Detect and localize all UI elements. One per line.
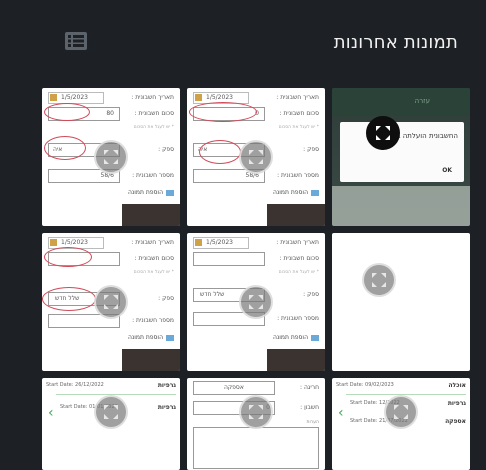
date-label: תאריך חשבונית : <box>131 94 174 101</box>
bottom-bar <box>122 349 180 371</box>
recent-images-grid: 1/5/2023 תאריך חשבונית : סכום חשבונית : … <box>42 88 470 470</box>
supplier-label: ספק : <box>303 146 319 153</box>
amount-label: סכום חשבונית : <box>279 255 319 262</box>
image-tile-4[interactable]: 1/5/2023 תאריך חשבונית : סכום חשבונית : … <box>42 233 180 371</box>
annotation-mark <box>199 140 241 164</box>
date-box: 1/5/2023 <box>48 92 104 104</box>
expand-icon[interactable] <box>239 395 273 429</box>
image-tile-5[interactable]: 1/5/2023 תאריך חשבונית : סכום חשבונית : … <box>187 233 325 371</box>
image-tile-1[interactable]: 1/5/2023 תאריך חשבונית : סכום חשבונית : … <box>42 88 180 226</box>
header: תמונות אחרונות <box>20 24 466 68</box>
notes-label: הערות <box>306 420 319 425</box>
image-tile-7[interactable]: גרפיות Start Date: 26/12/2022 גרפיות Sta… <box>42 378 180 470</box>
ok-button: OK <box>442 167 452 174</box>
image-icon <box>166 189 174 196</box>
date-label: תאריך חשבונית : <box>276 94 319 101</box>
success-dialog: החשבונית הועלתה בהצלחה OK <box>340 122 464 182</box>
expand-icon[interactable] <box>362 263 396 297</box>
expand-icon[interactable] <box>94 140 128 174</box>
image-tile-6[interactable] <box>332 233 470 371</box>
supplier-label: ספק : <box>303 291 319 298</box>
supplier-label: ספק : <box>158 146 174 153</box>
chevron-left-icon: ‹ <box>338 405 344 421</box>
invoice-no-label: מספר חשבונית : <box>277 172 319 179</box>
annotation-mark <box>189 102 257 122</box>
field-label: חריגה : <box>300 384 319 391</box>
image-icon <box>311 189 319 196</box>
calendar-icon <box>195 239 202 246</box>
amount-hint: * יש לעגל את הסכום <box>278 125 319 130</box>
invoice-no-label: מספר חשבונית : <box>132 317 174 324</box>
expand-icon[interactable] <box>366 116 400 150</box>
expand-icon[interactable] <box>384 395 418 429</box>
calendar-icon <box>195 94 202 101</box>
image-tile-9[interactable]: אוכלה Start Date: 09/02/2023 גרפיות Star… <box>332 378 470 470</box>
invoice-no-label: מספר חשבונית : <box>132 172 174 179</box>
field-box: אספקה <box>193 381 275 395</box>
amount-field <box>193 252 265 266</box>
amount-label: סכום חשבונית : <box>279 110 319 117</box>
field-label: חשבון : <box>300 404 319 411</box>
image-tile-3[interactable]: עזרה החשבונית הועלתה בהצלחה OK <box>332 88 470 226</box>
calendar-icon <box>50 239 57 246</box>
tab-text: עזרה <box>414 97 430 105</box>
date-box: 1/5/2023 <box>193 237 249 249</box>
image-icon <box>166 334 174 341</box>
supplier-label: ספק : <box>158 295 174 302</box>
expand-icon[interactable] <box>239 140 273 174</box>
page-title: תמונות אחרונות <box>333 32 458 53</box>
expand-icon[interactable] <box>239 285 273 319</box>
invoice-no-label: מספר חשבונית : <box>277 315 319 322</box>
image-icon <box>311 334 319 341</box>
add-image: הוספת תמונה <box>273 189 319 196</box>
illustration <box>332 186 470 226</box>
date-value: 1/5/2023 <box>61 94 88 101</box>
annotation-mark <box>44 103 90 121</box>
chevron-left-icon: ‹ <box>48 405 54 421</box>
app-root: תמונות אחרונות 1/5/2023 תאריך חשבונית : … <box>0 0 486 470</box>
annotation-mark <box>42 287 96 311</box>
image-tile-2[interactable]: 1/5/2023 תאריך חשבונית : סכום חשבונית : … <box>187 88 325 226</box>
date-label: תאריך חשבונית : <box>131 239 174 246</box>
amount-hint: * יש לעגל את הסכום <box>278 270 319 275</box>
expand-icon[interactable] <box>94 395 128 429</box>
amount-label: סכום חשבונית : <box>134 110 174 117</box>
app-topbar: עזרה <box>332 88 470 116</box>
image-tile-8[interactable]: חריגה : אספקה חשבון : 0 הערות <box>187 378 325 470</box>
add-image: הוספת תמונה <box>273 334 319 341</box>
date-label: תאריך חשבונית : <box>276 239 319 246</box>
bottom-bar <box>267 349 325 371</box>
expand-icon[interactable] <box>94 285 128 319</box>
bottom-bar <box>267 204 325 226</box>
amount-hint: * יש לעגל את הסכום <box>133 125 174 130</box>
annotation-mark <box>44 136 86 160</box>
add-image: הוספת תמונה <box>128 334 174 341</box>
calendar-icon <box>50 94 57 101</box>
list-item: גרפיות Start Date: 26/12/2022 <box>46 382 176 389</box>
amount-hint: * יש לעגל את הסכום <box>133 270 174 275</box>
bottom-bar <box>122 204 180 226</box>
amount-label: סכום חשבונית : <box>134 255 174 262</box>
notes-field <box>193 427 319 469</box>
list-icon[interactable] <box>65 32 87 50</box>
list-item: אוכלה Start Date: 09/02/2023 <box>336 382 466 389</box>
annotation-mark <box>44 247 92 267</box>
add-image: הוספת תמונה <box>128 189 174 196</box>
